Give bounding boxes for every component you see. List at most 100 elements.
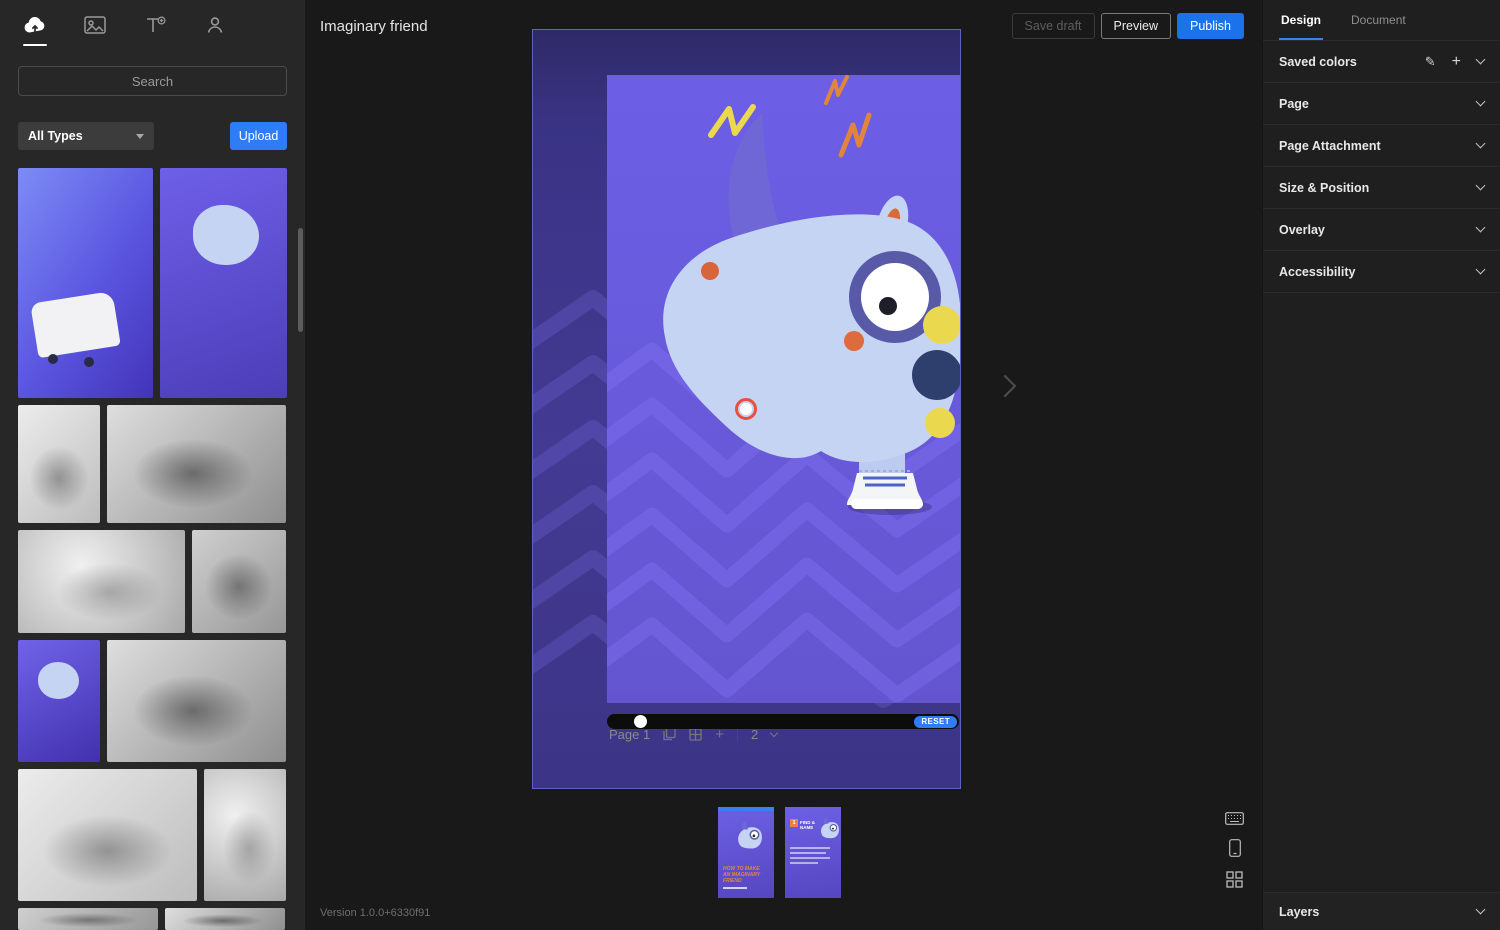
- chevron-down-icon: [1476, 905, 1486, 915]
- chevron-down-icon: [1476, 55, 1486, 65]
- step-badge: 1: [790, 819, 798, 827]
- asset-thumbnail-rhino-artwork-small[interactable]: [18, 640, 100, 762]
- section-page[interactable]: Page: [1263, 83, 1500, 125]
- text-bar: [790, 847, 830, 849]
- asset-thumbnail-plush-ghost-photo[interactable]: [18, 769, 197, 901]
- asset-row: [18, 168, 287, 398]
- upload-button[interactable]: Upload: [230, 122, 287, 150]
- mini-rhino-icon: [730, 821, 762, 857]
- chevron-down-icon: [1476, 139, 1486, 149]
- section-accessibility[interactable]: Accessibility: [1263, 251, 1500, 293]
- publish-button[interactable]: Publish: [1177, 13, 1244, 39]
- document-title: Imaginary friend: [320, 18, 428, 35]
- text-bar: [790, 857, 830, 859]
- asset-thumbnail-sock-monkey-photo[interactable]: [107, 640, 286, 762]
- divider: [737, 727, 738, 741]
- asset-row: [18, 769, 287, 901]
- tab-document[interactable]: Document: [1349, 0, 1408, 40]
- asset-thumbnail-cropped-photo-right[interactable]: [165, 908, 285, 930]
- layers-label: Layers: [1279, 905, 1319, 919]
- asset-thumbnail-cat-figurine-photo[interactable]: [204, 769, 286, 901]
- scrubber-playhead[interactable]: [634, 715, 647, 728]
- cloud-upload-icon: [23, 15, 47, 40]
- section-icons: [1477, 102, 1484, 105]
- section-page-attachment[interactable]: Page Attachment: [1263, 125, 1500, 167]
- layers-bar[interactable]: Layers: [1263, 892, 1500, 930]
- section-icons: [1477, 144, 1484, 147]
- asset-thumbnail-snowman-figure-photo[interactable]: [18, 530, 185, 633]
- type-filter-value: All Types: [28, 129, 83, 143]
- tab-people[interactable]: [202, 14, 228, 40]
- asset-thumbnail-cropped-photo-left[interactable]: [18, 908, 158, 930]
- design-sections: Saved colors✎+PagePage AttachmentSize & …: [1263, 41, 1500, 293]
- asset-grid: [18, 168, 287, 930]
- asset-thumbnail-rhino-character-artwork[interactable]: [160, 168, 288, 398]
- type-filter-select[interactable]: All Types: [18, 122, 154, 150]
- view-mode-icons: [1225, 812, 1244, 888]
- inspector-panel: Design Document Saved colors✎+PagePage A…: [1262, 0, 1500, 930]
- section-icons: [1477, 228, 1484, 231]
- asset-row: [18, 405, 287, 523]
- asset-thumbnail-dinosaur-toy-photo[interactable]: [107, 405, 286, 523]
- keyboard-shortcuts-icon[interactable]: [1225, 812, 1244, 825]
- asset-panel: All Types Upload: [0, 0, 305, 930]
- video-scrubber[interactable]: RESET: [607, 714, 959, 729]
- save-draft-button[interactable]: Save draft: [1012, 13, 1095, 39]
- canvas-area[interactable]: Imaginary friend Save draft Preview Publ…: [305, 0, 1262, 930]
- page-thumbnails: HOW TO MAKE AN IMAGINARY FRIEND 1 FIND &…: [718, 807, 841, 898]
- section-size-position[interactable]: Size & Position: [1263, 167, 1500, 209]
- artboard-page[interactable]: Page 1 + 2 RESET: [533, 30, 960, 788]
- scrollbar-thumb[interactable]: [298, 228, 303, 332]
- section-saved-colors[interactable]: Saved colors✎+: [1263, 41, 1500, 83]
- tab-design[interactable]: Design: [1279, 0, 1323, 40]
- chevron-down-icon: [1476, 265, 1486, 275]
- inspector-tabs: Design Document: [1263, 0, 1500, 41]
- section-label: Saved colors: [1279, 55, 1357, 69]
- asset-filter-row: All Types Upload: [18, 122, 287, 150]
- reset-button[interactable]: RESET: [914, 716, 957, 728]
- asset-panel-tabs: [0, 0, 305, 48]
- section-overlay[interactable]: Overlay: [1263, 209, 1500, 251]
- section-icons: [1477, 186, 1484, 189]
- page-thumbnail-2[interactable]: 1 FIND & NAME: [785, 807, 841, 898]
- tab-images[interactable]: [82, 14, 108, 40]
- canvas-header: Imaginary friend Save draft Preview Publ…: [305, 0, 1262, 52]
- search-input[interactable]: [18, 66, 287, 96]
- chevron-down-icon[interactable]: [770, 728, 778, 736]
- add-color-icon[interactable]: +: [1452, 54, 1461, 70]
- tab-text[interactable]: [142, 14, 168, 40]
- text-add-icon: [144, 15, 166, 40]
- asset-thumbnail-wooden-monkey-photo[interactable]: [18, 405, 100, 523]
- asset-thumbnail-phone-car-artwork[interactable]: [18, 168, 153, 398]
- section-label: Page Attachment: [1279, 139, 1381, 153]
- tab-uploads[interactable]: [22, 14, 48, 40]
- person-icon: [205, 15, 225, 40]
- preview-button[interactable]: Preview: [1101, 13, 1171, 39]
- asset-row: [18, 640, 287, 762]
- section-icons: ✎+: [1425, 54, 1484, 70]
- section-label: Page: [1279, 97, 1309, 111]
- grid-view-icon[interactable]: [689, 728, 702, 741]
- edit-colors-icon[interactable]: ✎: [1425, 54, 1436, 70]
- duplicate-page-icon[interactable]: [663, 727, 676, 741]
- section-label: Size & Position: [1279, 181, 1369, 195]
- text-bar: [790, 862, 818, 864]
- page-thumbnail-1[interactable]: HOW TO MAKE AN IMAGINARY FRIEND: [718, 807, 774, 898]
- page2-title: FIND & NAME: [800, 820, 824, 830]
- chevron-down-icon: [1476, 181, 1486, 191]
- asset-row: [18, 530, 287, 633]
- text-bar: [723, 887, 747, 889]
- section-label: Overlay: [1279, 223, 1325, 237]
- version-label: Version 1.0.0+6330f91: [320, 907, 430, 919]
- grid-layout-icon[interactable]: [1226, 871, 1243, 888]
- section-icons: [1477, 270, 1484, 273]
- header-buttons: Save draft Preview Publish: [1012, 13, 1244, 39]
- rhino-poster-image[interactable]: [607, 75, 960, 703]
- section-label: Accessibility: [1279, 265, 1355, 279]
- mobile-preview-icon[interactable]: [1229, 839, 1241, 857]
- chevron-down-icon: [1476, 223, 1486, 233]
- asset-thumbnail-totoro-toy-photo[interactable]: [192, 530, 286, 633]
- next-page-arrow[interactable]: [994, 375, 1017, 398]
- page1-title: HOW TO MAKE AN IMAGINARY FRIEND: [723, 866, 765, 884]
- image-icon: [84, 15, 106, 40]
